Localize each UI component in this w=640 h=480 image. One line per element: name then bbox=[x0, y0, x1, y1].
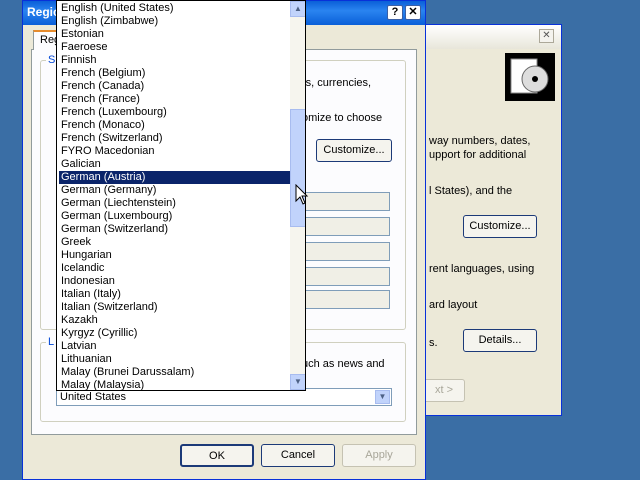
list-item[interactable]: French (Belgium) bbox=[59, 67, 292, 80]
list-item[interactable]: English (Zimbabwe) bbox=[59, 15, 292, 28]
list-item[interactable]: Indonesian bbox=[59, 275, 292, 288]
list-item[interactable]: FYRO Macedonian bbox=[59, 145, 292, 158]
details-button[interactable]: Details... bbox=[463, 329, 537, 352]
list-item[interactable]: German (Liechtenstein) bbox=[59, 197, 292, 210]
language-dropdown-list[interactable]: English (United States) English (Zimbabwe… bbox=[56, 0, 306, 391]
sample-number-field bbox=[296, 192, 390, 211]
list-item[interactable]: German (Austria) bbox=[59, 171, 292, 184]
list-item[interactable]: Malay (Brunei Darussalam) bbox=[59, 366, 292, 379]
list-item[interactable]: German (Germany) bbox=[59, 184, 292, 197]
list-item[interactable]: French (Switzerland) bbox=[59, 132, 292, 145]
list-item[interactable]: German (Luxembourg) bbox=[59, 210, 292, 223]
chevron-down-icon[interactable]: ▼ bbox=[375, 390, 390, 404]
standards-text-line-1: rs, currencies, bbox=[302, 77, 372, 89]
help-icon[interactable]: ? bbox=[387, 5, 403, 20]
back-customize-button[interactable]: Customize... bbox=[463, 215, 537, 238]
standards-text-line-2: omize to choose bbox=[302, 112, 383, 124]
close-icon[interactable]: ✕ bbox=[539, 29, 554, 43]
list-item[interactable]: English (United States) bbox=[59, 2, 292, 15]
back-text-line-2: upport for additional bbox=[429, 149, 527, 161]
back-text-line-5: ard layout bbox=[429, 299, 478, 311]
ok-button[interactable]: OK bbox=[180, 444, 254, 467]
list-item[interactable]: Finnish bbox=[59, 54, 292, 67]
list-item[interactable]: Malay (Malaysia) bbox=[59, 379, 292, 390]
location-combo-value: United States bbox=[60, 391, 127, 403]
list-item[interactable]: Icelandic bbox=[59, 262, 292, 275]
list-item[interactable]: Kyrgyz (Cyrillic) bbox=[59, 327, 292, 340]
back-text-line-6: s. bbox=[429, 337, 438, 349]
list-item[interactable]: French (France) bbox=[59, 93, 292, 106]
list-item[interactable]: Hungarian bbox=[59, 249, 292, 262]
sample-long-date-field bbox=[296, 290, 390, 309]
scroll-down-icon[interactable]: ▼ bbox=[290, 374, 305, 390]
setup-cd-icon bbox=[505, 53, 555, 101]
list-item[interactable]: Lithuanian bbox=[59, 353, 292, 366]
list-item[interactable]: Faeroese bbox=[59, 41, 292, 54]
next-button[interactable]: xt > bbox=[423, 379, 465, 402]
list-item[interactable]: Italian (Switzerland) bbox=[59, 301, 292, 314]
list-item[interactable]: German (Switzerland) bbox=[59, 223, 292, 236]
scroll-up-icon[interactable]: ▲ bbox=[290, 1, 305, 17]
list-item[interactable]: Galician bbox=[59, 158, 292, 171]
cancel-button[interactable]: Cancel bbox=[261, 444, 335, 467]
apply-button[interactable]: Apply bbox=[342, 444, 416, 467]
back-text-line-1: way numbers, dates, bbox=[429, 135, 531, 147]
location-group-label: L bbox=[46, 336, 57, 349]
close-icon[interactable]: ✕ bbox=[405, 5, 421, 20]
list-item[interactable]: Latvian bbox=[59, 340, 292, 353]
location-text-line: uch as news and bbox=[302, 358, 385, 370]
list-item[interactable]: Greek bbox=[59, 236, 292, 249]
back-text-line-3: l States), and the bbox=[429, 185, 513, 197]
back-text-line-4: rent languages, using bbox=[429, 263, 535, 275]
mouse-cursor-icon bbox=[295, 184, 309, 205]
list-item[interactable]: French (Monaco) bbox=[59, 119, 292, 132]
list-item[interactable]: Estonian bbox=[59, 28, 292, 41]
customize-button[interactable]: Customize... bbox=[316, 139, 392, 162]
sample-currency-field bbox=[296, 217, 390, 236]
scrollbar-thumb[interactable] bbox=[290, 109, 305, 227]
list-item[interactable]: French (Canada) bbox=[59, 80, 292, 93]
sample-short-date-field bbox=[296, 267, 390, 286]
sample-time-field bbox=[296, 242, 390, 261]
list-item[interactable]: Kazakh bbox=[59, 314, 292, 327]
list-item[interactable]: French (Luxembourg) bbox=[59, 106, 292, 119]
list-item[interactable]: Italian (Italy) bbox=[59, 288, 292, 301]
